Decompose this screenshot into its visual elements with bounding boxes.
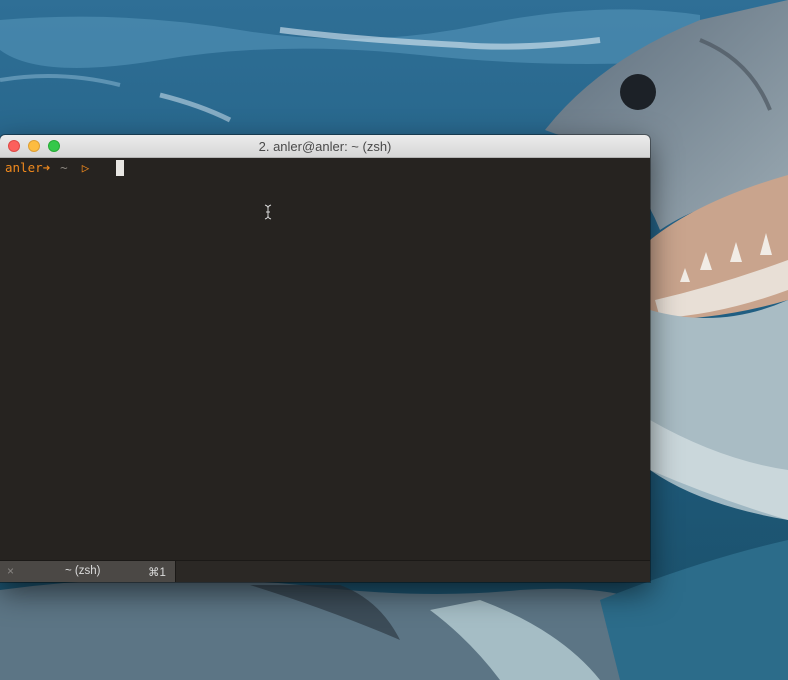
window-title: 2. anler@anler: ~ (zsh): [258, 139, 392, 154]
tab-shortcut: ⌘1: [148, 567, 166, 579]
prompt-user: anler: [5, 160, 43, 175]
text-cursor: [116, 160, 124, 176]
prompt-line: anler➜ ~ ▷: [5, 160, 89, 176]
prompt-arrow-icon: ➜: [42, 160, 51, 175]
ibeam-cursor-icon: [264, 204, 272, 220]
terminal-window: 2. anler@anler: ~ (zsh) anler➜ ~ ▷ × ~ (zs…: [0, 135, 650, 582]
terminal-content[interactable]: anler➜ ~ ▷: [0, 158, 650, 560]
title-bar[interactable]: 2. anler@anler: ~ (zsh): [0, 135, 650, 158]
tab-title: ~ (zsh): [65, 565, 101, 577]
tab-zsh[interactable]: × ~ (zsh) ⌘1: [0, 561, 176, 582]
prompt-directory: ~: [60, 160, 68, 175]
tab-close-icon[interactable]: ×: [7, 564, 14, 578]
tab-bar: × ~ (zsh) ⌘1: [0, 560, 650, 582]
prompt-symbol-icon: ▷: [81, 160, 90, 175]
